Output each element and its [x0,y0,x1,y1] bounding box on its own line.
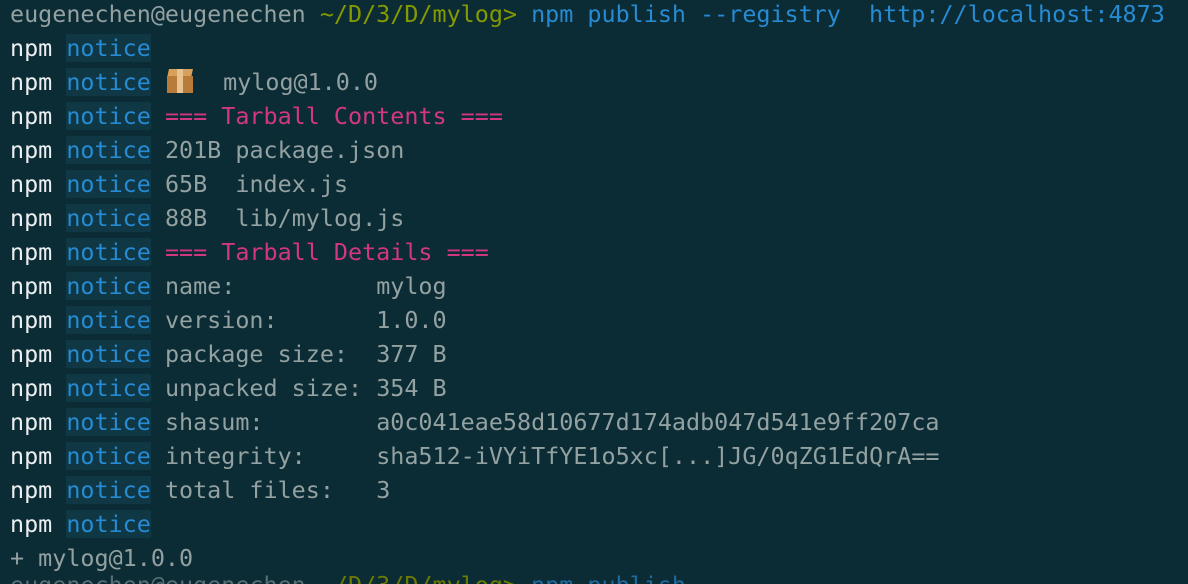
npm-prefix: npm [10,374,53,402]
notice-label: notice [66,340,151,368]
notice-label: notice [66,204,151,232]
file-size: 88B [164,204,222,232]
detail-key: shasum: [164,408,377,436]
detail-key: unpacked size: [164,374,377,402]
npm-prefix: npm [10,204,53,232]
prompt-cwd: ~/D/3/D/mylog> [320,571,517,584]
npm-prefix: npm [10,510,53,538]
prompt-command: npm publish --registry http://localhost:… [531,0,1165,28]
output-line: npm notice 88B lib/mylog.js [10,201,404,235]
notice-label: notice [66,272,151,300]
file-size: 65B [164,170,222,198]
output-line: npm notice name: mylog [10,269,447,303]
notice-label: notice [66,442,151,470]
npm-prefix: npm [10,68,53,96]
detail-value: 377 B [376,340,447,368]
notice-label: notice [66,510,151,538]
npm-prefix: npm [10,136,53,164]
npm-prefix: npm [10,476,53,504]
npm-prefix: npm [10,102,53,130]
prompt-user-host: eugenechen@eugenechen [10,571,306,584]
output-line: npm notice 201B package.json [10,133,404,167]
prompt-cwd: ~/D/3/D/mylog> [319,0,517,28]
prompt-command: npm publish [531,571,686,584]
prompt-user-host: eugenechen@eugenechen [10,0,306,28]
prompt-line: eugenechen@eugenechen ~/D/3/D/mylog> npm… [10,0,1165,31]
detail-value: sha512-iVYiTfYE1o5xc[...]JG/0qZG1EdQrA== [376,442,940,470]
notice-label: notice [66,374,151,402]
detail-value: mylog [376,272,447,300]
detail-key: version: [164,306,377,334]
output-line: npm notice shasum: a0c041eae58d10677d174… [10,405,939,439]
notice-label: notice [66,170,151,198]
output-line: npm notice === Tarball Contents === [10,99,503,133]
terminal-window[interactable]: eugenechen@eugenechen ~/D/3/D/mylog> npm… [0,0,1188,584]
notice-label: notice [66,306,151,334]
output-line: npm notice === Tarball Details === [10,235,489,269]
npm-prefix: npm [10,34,53,62]
package-icon [165,69,195,93]
output-line: npm notice [10,507,151,541]
npm-prefix: npm [10,442,53,470]
notice-label: notice [66,476,151,504]
output-line: npm notice unpacked size: 354 B [10,371,447,405]
file-size: 201B [164,136,222,164]
notice-label: notice [66,34,151,62]
notice-label: notice [66,238,151,266]
detail-key: name: [164,272,377,300]
npm-prefix: npm [10,408,53,436]
next-prompt-line: eugenechen@eugenechen ~/D/3/D/mylog> npm… [10,568,686,584]
output-line: npm notice version: 1.0.0 [10,303,447,337]
notice-label: notice [66,102,151,130]
detail-value: a0c041eae58d10677d174adb047d541e9ff207ca [376,408,940,436]
details-header: === Tarball Details === [164,238,489,266]
npm-prefix: npm [10,306,53,334]
output-line: npm notice total files: 3 [10,473,390,507]
output-line: npm notice integrity: sha512-iVYiTfYE1o5… [10,439,939,473]
npm-prefix: npm [10,238,53,266]
output-line: npm notice package size: 377 B [10,337,447,371]
detail-value: 354 B [376,374,447,402]
output-line: npm notice mylog@1.0.0 [10,65,378,99]
npm-prefix: npm [10,340,53,368]
detail-value: 1.0.0 [376,306,447,334]
file-path: lib/mylog.js [235,204,405,232]
notice-label: notice [66,136,151,164]
npm-prefix: npm [10,272,53,300]
detail-value: 3 [376,476,391,504]
detail-key: package size: [164,340,377,368]
output-line: npm notice 65B index.js [10,167,348,201]
npm-prefix: npm [10,170,53,198]
contents-header: === Tarball Contents === [164,102,503,130]
output-line: npm notice [10,31,151,65]
file-path: index.js [235,170,349,198]
detail-key: total files: [164,476,377,504]
notice-label: notice [66,408,151,436]
package-id: mylog@1.0.0 [223,68,379,96]
notice-label: notice [66,68,151,96]
detail-key: integrity: [164,442,377,470]
file-path: package.json [235,136,405,164]
